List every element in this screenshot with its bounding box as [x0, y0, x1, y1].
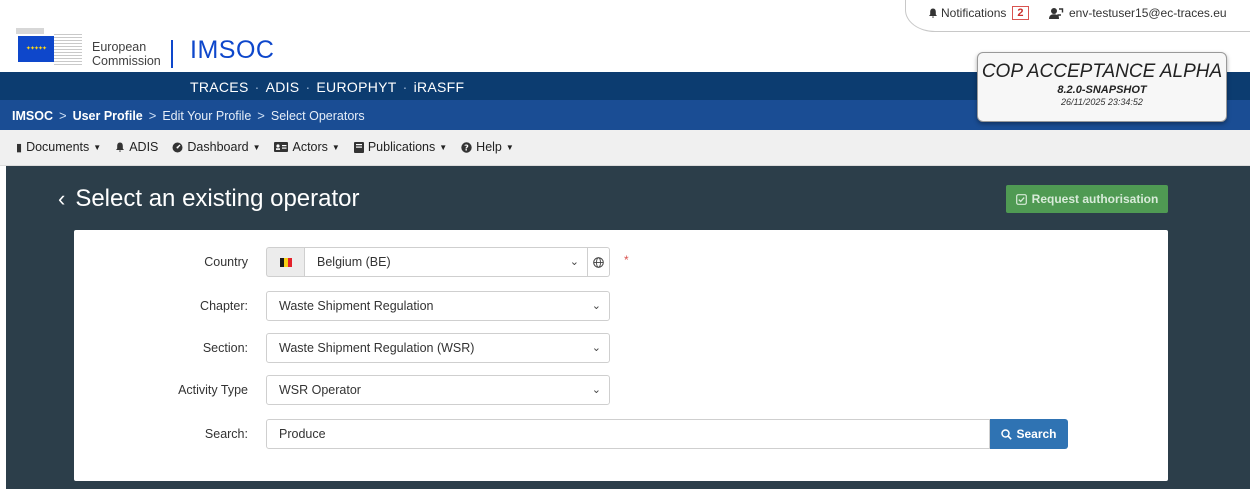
search-button[interactable]: Search — [990, 419, 1068, 449]
country-field-group: Belgium (BE) ⌄ — [266, 247, 610, 277]
request-authorisation-label: Request authorisation — [1031, 192, 1159, 206]
country-row: Country Belgium (BE) ⌄ * — [74, 247, 1168, 277]
section-row: Section: Waste Shipment Regulation (WSR)… — [74, 333, 1168, 363]
main-menu: ▮ Documents ▼ ADIS Dashboard ▼ Actors ▼ … — [16, 140, 514, 154]
eu-flag-icon: ✦✦✦✦✦ — [18, 36, 54, 62]
menu-actors-label: Actors — [292, 140, 328, 154]
user-email: env-testuser15@ec-traces.eu — [1069, 6, 1227, 20]
file-icon: ▮ — [16, 141, 23, 154]
required-indicator: * — [624, 253, 629, 267]
breadcrumb-imsoc[interactable]: IMSOC — [12, 109, 53, 123]
request-authorisation-button[interactable]: Request authorisation — [1006, 185, 1168, 213]
menu-dashboard-label: Dashboard — [187, 140, 249, 154]
system-traces[interactable]: TRACES — [190, 79, 249, 95]
systems-list: TRACES · ADIS · EUROPHYT · iRASFF — [190, 79, 465, 95]
menu-adis-label: ADIS — [129, 140, 159, 154]
notifications-count-badge: 2 — [1012, 6, 1029, 20]
caret-down-icon: ▼ — [505, 142, 514, 152]
breadcrumb-edit-profile[interactable]: Edit Your Profile — [162, 109, 251, 123]
menu-dashboard[interactable]: Dashboard ▼ — [172, 140, 260, 154]
search-icon — [1001, 428, 1013, 440]
breadcrumb: IMSOC > User Profile > Edit Your Profile… — [12, 108, 365, 123]
logo-page-fold — [16, 28, 44, 34]
user-account-link[interactable]: env-testuser15@ec-traces.eu — [1048, 6, 1227, 20]
search-label: Search: — [204, 427, 248, 441]
question-circle-icon: ? — [461, 141, 472, 153]
menu-documents-label: Documents — [26, 140, 90, 154]
breadcrumb-separator-icon: > — [257, 108, 265, 123]
search-input[interactable]: Produce — [266, 419, 990, 449]
belgium-flag-icon — [279, 257, 292, 267]
book-icon — [353, 141, 364, 153]
operator-search-form: Country Belgium (BE) ⌄ * Chapter: Waste … — [74, 230, 1168, 481]
menu-publications-label: Publications — [367, 140, 436, 154]
breadcrumb-user-profile[interactable]: User Profile — [73, 109, 143, 123]
user-switch-icon — [1049, 7, 1064, 19]
caret-down-icon: ▼ — [93, 142, 102, 152]
activity-type-select-value: WSR Operator — [279, 383, 361, 397]
country-label: Country — [204, 255, 248, 269]
main-area: ‹ Select an existing operator Request au… — [6, 166, 1250, 489]
activity-type-select[interactable]: WSR Operator ⌄ — [266, 375, 610, 405]
menu-publications[interactable]: Publications ▼ — [353, 140, 448, 154]
system-irasff[interactable]: iRASFF — [414, 79, 465, 95]
back-chevron-icon[interactable]: ‹ — [58, 186, 65, 212]
search-input-value: Produce — [279, 427, 326, 441]
environment-version: 8.2.0-SNAPSHOT — [1057, 84, 1147, 96]
chapter-label: Chapter: — [200, 299, 248, 313]
chevron-down-icon: ⌄ — [591, 342, 601, 354]
chapter-row: Chapter: Waste Shipment Regulation ⌄ — [74, 291, 1168, 321]
activity-type-label: Activity Type — [178, 383, 248, 397]
chevron-down-icon: ⌄ — [591, 300, 601, 312]
section-label: Section: — [202, 341, 248, 355]
svg-text:?: ? — [464, 143, 469, 152]
breadcrumb-separator-icon: > — [58, 108, 67, 123]
search-row: Search: Produce Search — [74, 419, 1168, 449]
bell-icon — [116, 142, 125, 152]
dashboard-icon — [172, 142, 183, 152]
environment-badge: COP ACCEPTANCE ALPHA 8.2.0-SNAPSHOT 26/1… — [977, 52, 1227, 122]
chevron-down-icon: ⌄ — [591, 384, 601, 396]
country-flag-addon — [266, 247, 304, 277]
menu-help[interactable]: ? Help ▼ — [461, 140, 514, 154]
section-select[interactable]: Waste Shipment Regulation (WSR) ⌄ — [266, 333, 610, 363]
menu-bar: ▮ Documents ▼ ADIS Dashboard ▼ Actors ▼ … — [0, 130, 1250, 166]
logo-lines-icon — [54, 34, 82, 66]
org-name: European Commission — [92, 40, 161, 68]
menu-help-label: Help — [476, 140, 502, 154]
org-name-line1: European — [92, 40, 147, 54]
notifications-label: Notifications — [941, 6, 1007, 20]
globe-icon[interactable] — [588, 247, 610, 277]
notifications-link[interactable]: Notifications 2 — [928, 6, 1029, 20]
caret-down-icon: ▼ — [252, 142, 261, 152]
country-select-value: Belgium (BE) — [317, 255, 391, 269]
bell-icon — [929, 8, 937, 18]
section-select-value: Waste Shipment Regulation (WSR) — [279, 341, 475, 355]
logo-divider — [171, 40, 173, 68]
breadcrumb-separator-icon: > — [148, 108, 157, 123]
page-title-text: Select an existing operator — [75, 185, 360, 212]
chapter-select[interactable]: Waste Shipment Regulation ⌄ — [266, 291, 610, 321]
id-card-icon — [274, 142, 289, 152]
check-square-icon — [1015, 193, 1027, 205]
app-name: IMSOC — [190, 36, 275, 64]
app-root: ✦✦✦✦✦ European Commission IMSOC Notifica… — [0, 0, 1250, 489]
chapter-select-value: Waste Shipment Regulation — [279, 299, 434, 313]
environment-datetime: 26/11/2025 23:34:52 — [1061, 97, 1143, 107]
menu-documents[interactable]: ▮ Documents ▼ — [16, 140, 101, 154]
system-adis[interactable]: ADIS — [266, 79, 300, 95]
menu-actors[interactable]: Actors ▼ — [274, 140, 340, 154]
org-name-line2: Commission — [92, 54, 161, 68]
caret-down-icon: ▼ — [439, 142, 448, 152]
environment-title: COP ACCEPTANCE ALPHA — [981, 61, 1223, 82]
page-title: ‹ Select an existing operator — [58, 185, 360, 213]
system-europhyt[interactable]: EUROPHYT — [316, 79, 396, 95]
chevron-down-icon: ⌄ — [569, 256, 579, 268]
breadcrumb-select-operators: Select Operators — [270, 108, 365, 123]
menu-adis[interactable]: ADIS — [115, 140, 158, 154]
search-button-label: Search — [1016, 427, 1057, 441]
caret-down-icon: ▼ — [331, 142, 340, 152]
country-select[interactable]: Belgium (BE) ⌄ — [304, 247, 588, 277]
activity-type-row: Activity Type WSR Operator ⌄ — [74, 375, 1168, 405]
